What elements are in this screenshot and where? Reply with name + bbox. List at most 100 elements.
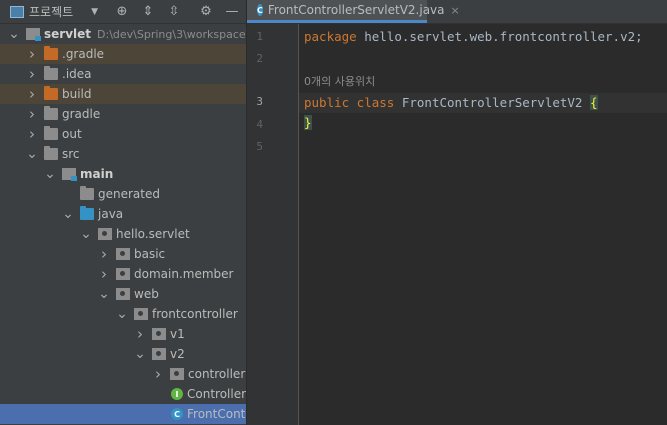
tree-item-label: hello.servlet [116, 227, 190, 241]
line-number: 1 [256, 30, 263, 43]
expand-all-icon[interactable]: ⇕ [140, 3, 156, 19]
chevron-down-icon[interactable]: ⌄ [98, 287, 110, 301]
chevron-down-icon: ▼ [91, 6, 99, 17]
tree-item[interactable]: › basic [0, 244, 246, 264]
tree-item[interactable]: › gradle [0, 104, 246, 124]
class-icon: C [257, 4, 263, 16]
pkg-icon [152, 328, 166, 340]
tree-item-label: .idea [62, 67, 92, 81]
tree-item-label: frontcontroller [152, 307, 238, 321]
chevron-right-icon[interactable]: › [98, 245, 110, 263]
chevron-right-icon[interactable]: › [152, 365, 164, 383]
spacer[interactable] [152, 408, 164, 420]
chevron-down-icon[interactable]: ⌄ [62, 207, 74, 221]
project-view-selector[interactable]: 프로젝트 ▼ [10, 3, 98, 20]
tree-item-label: build [62, 87, 92, 101]
tree-item[interactable]: generated [0, 184, 246, 204]
pkg-icon [152, 348, 166, 360]
project-panel-header: 프로젝트 ▼ ⊕ ⇕ ⇳ ⚙ — [0, 0, 246, 24]
open-brace: { [589, 95, 598, 110]
tree-item-path: D:\dev\Spring\3\workspace\ [97, 27, 246, 41]
locate-file-icon[interactable]: ⊕ [114, 3, 130, 19]
tree-item-label: v1 [170, 327, 185, 341]
close-brace: } [304, 115, 312, 130]
tree-item-label: java [98, 207, 124, 221]
tree-item[interactable]: ⌄ web [0, 284, 246, 304]
chevron-down-icon[interactable]: ⌄ [44, 167, 56, 181]
tree-item-label: gradle [62, 107, 101, 121]
tree-item[interactable]: ⌄ v2 [0, 344, 246, 364]
tree-item[interactable]: C FrontControll [0, 404, 246, 424]
folder-icon [80, 186, 94, 200]
tree-item-label: generated [98, 187, 160, 201]
tree-item[interactable]: › v1 [0, 324, 246, 344]
collapse-all-icon[interactable]: ⇳ [166, 3, 182, 19]
tree-item-label: v2 [170, 347, 185, 361]
tree-item[interactable]: › .gradle [0, 44, 246, 64]
minimize-icon[interactable]: — [224, 3, 240, 19]
tree-item[interactable]: ⌄ hello.servlet [0, 224, 246, 244]
chevron-right-icon[interactable]: › [26, 45, 38, 63]
module-icon [62, 168, 77, 181]
folder-blue-icon [80, 206, 94, 220]
tree-item[interactable]: › domain.member [0, 264, 246, 284]
keyword: public class [304, 95, 395, 110]
tree-item[interactable]: › controller [0, 364, 246, 384]
code-editor[interactable]: package hello.servlet.web.frontcontrolle… [299, 24, 667, 425]
spacer[interactable] [62, 188, 74, 200]
chevron-right-icon[interactable]: › [26, 85, 38, 103]
tree-item-label: src [62, 147, 80, 161]
tree-item-label: basic [134, 247, 166, 261]
pkg-icon [116, 288, 130, 300]
tree-item[interactable]: ⌄ java [0, 204, 246, 224]
class-name: FrontControllerServletV2 [394, 95, 590, 110]
tree-item[interactable]: ⌄ servlet D:\dev\Spring\3\workspace\ [0, 24, 246, 44]
tree-item-label: main [80, 167, 114, 181]
tab-frontcontrollerservletv2[interactable]: C FrontControllerServletV2.java × [247, 0, 460, 23]
tree-item[interactable]: › out [0, 124, 246, 144]
chevron-right-icon[interactable]: › [134, 325, 146, 343]
tree-item-label: controller [188, 367, 246, 381]
line-number-current: 3 [256, 95, 263, 108]
editor-tab-bar: C FrontControllerServletV2.java × [247, 0, 667, 24]
folder-icon [44, 106, 58, 120]
chevron-down-icon[interactable]: ⌄ [134, 347, 146, 361]
tree-item[interactable]: › build [0, 84, 246, 104]
line-number-gutter: 1 2 3 4 5 [247, 24, 299, 425]
folder-icon [44, 126, 58, 140]
chevron-right-icon[interactable]: › [26, 125, 38, 143]
tree-item[interactable]: ⌄ src [0, 144, 246, 164]
pkg-icon [134, 308, 148, 320]
chevron-right-icon[interactable]: › [98, 265, 110, 283]
chevron-down-icon[interactable]: ⌄ [80, 227, 92, 241]
project-panel: 프로젝트 ▼ ⊕ ⇕ ⇳ ⚙ — ⌄ servlet D:\dev\Spring\3… [0, 0, 246, 425]
pkg-icon [116, 248, 130, 260]
cls-icon: C [171, 408, 183, 420]
line-number: 5 [256, 140, 263, 153]
chevron-right-icon[interactable]: › [26, 105, 38, 123]
tree-item[interactable]: ⌄ frontcontroller [0, 304, 246, 324]
intf-icon: I [171, 388, 183, 400]
close-icon[interactable]: × [451, 4, 460, 17]
usage-hint[interactable]: 0개의 사용위치 [304, 73, 375, 89]
chevron-down-icon[interactable]: ⌄ [8, 27, 20, 41]
project-icon [10, 5, 24, 18]
tree-item[interactable]: I ControllerV2 [0, 384, 246, 404]
tree-item-label: FrontControll [187, 407, 246, 421]
pkg-icon [116, 268, 130, 280]
module-icon [26, 28, 41, 41]
line-number: 4 [256, 118, 263, 131]
line-number: 2 [256, 52, 263, 65]
chevron-down-icon[interactable]: ⌄ [116, 307, 128, 321]
chevron-down-icon[interactable]: ⌄ [26, 147, 38, 161]
spacer[interactable] [152, 388, 164, 400]
folder-icon [44, 66, 58, 80]
tree-item[interactable]: › .idea [0, 64, 246, 84]
package-name: hello.servlet.web.frontcontroller.v2; [356, 29, 643, 44]
code-line-4: } [304, 115, 312, 130]
tree-item[interactable]: ⌄ main [0, 164, 246, 184]
gear-icon[interactable]: ⚙ [198, 3, 214, 19]
folder-icon [44, 146, 58, 160]
chevron-right-icon[interactable]: › [26, 65, 38, 83]
tree-item-label: ControllerV2 [187, 387, 246, 401]
